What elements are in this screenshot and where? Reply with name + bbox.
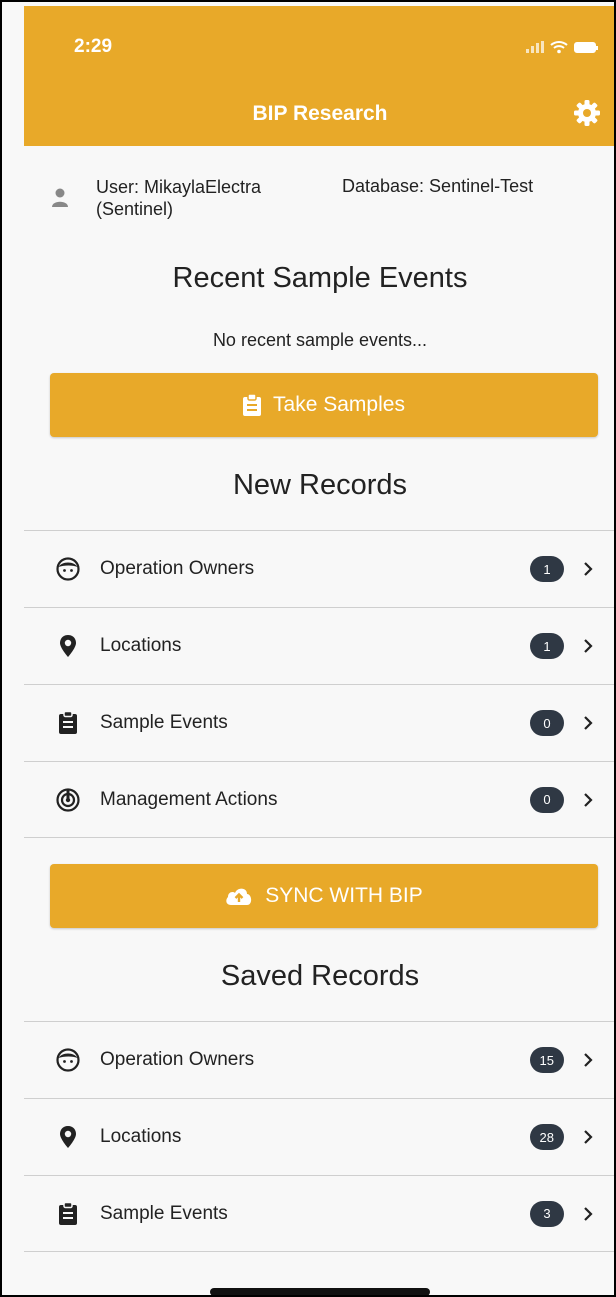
list-item-label: Locations <box>100 1126 182 1147</box>
new-records-title: New Records <box>232 469 408 501</box>
app-header: 2:29 BIP Research <box>24 6 614 146</box>
chevron-right-icon <box>584 1130 593 1144</box>
count-badge: 1 <box>530 556 564 582</box>
user-icon <box>52 188 68 207</box>
gear-icon[interactable] <box>572 98 602 128</box>
new-records-list: Operation Owners 1 Locations 1 Sample Ev… <box>24 530 614 838</box>
list-item-label: Operation Owners <box>100 1049 255 1070</box>
chevron-right-icon <box>584 562 593 576</box>
recent-empty-text: No recent sample events... <box>212 330 428 350</box>
clipboard-icon <box>59 711 77 734</box>
list-item-locations[interactable]: Locations 1 <box>24 607 614 684</box>
map-pin-icon <box>60 1126 76 1148</box>
user-name: User: MikaylaElectra <box>96 177 262 197</box>
wifi-icon <box>550 41 568 54</box>
app-screen: 2:29 BIP Research User: MikaylaElectra (… <box>24 6 614 1295</box>
list-item-locations[interactable]: Locations 28 <box>24 1098 614 1175</box>
status-icons <box>526 40 598 54</box>
battery-icon <box>574 41 598 53</box>
home-indicator[interactable] <box>210 1288 430 1295</box>
sync-label: SYNC WITH BIP <box>265 884 423 907</box>
signal-icon <box>526 41 544 53</box>
list-item-label: Locations <box>100 635 182 656</box>
take-samples-button[interactable]: Take Samples <box>50 373 598 437</box>
count-badge: 0 <box>530 710 564 736</box>
management-icon <box>56 787 80 812</box>
take-samples-label: Take Samples <box>273 393 405 416</box>
list-item-label: Sample Events <box>100 1202 228 1224</box>
recent-title: Recent Sample Events <box>172 262 468 294</box>
list-item-sample-events[interactable]: Sample Events 0 <box>24 684 614 761</box>
list-item-operation-owners[interactable]: Operation Owners 1 <box>24 530 614 607</box>
count-badge: 0 <box>530 786 564 813</box>
chevron-right-icon <box>584 1206 593 1221</box>
count-badge: 15 <box>529 1047 564 1073</box>
list-item-label: Sample Events <box>100 712 228 733</box>
cloud-upload-icon <box>226 888 252 905</box>
user-group: (Sentinel) <box>96 199 174 219</box>
status-time: 2:29 <box>74 36 113 57</box>
list-item-operation-owners[interactable]: Operation Owners 15 <box>24 1021 614 1098</box>
clipboard-icon <box>243 394 262 416</box>
chevron-right-icon <box>584 639 593 653</box>
chevron-right-icon <box>584 1053 593 1067</box>
list-item-label: Management Actions <box>100 788 278 810</box>
saved-records-list: Operation Owners 15 Locations 28 Sample … <box>24 1021 614 1252</box>
user-label: User: MikaylaElectra (Sentinel) <box>96 176 336 220</box>
list-item-sample-events[interactable]: Sample Events 3 <box>24 1175 614 1252</box>
list-item-label: Operation Owners <box>100 558 255 579</box>
database-label: Database: Sentinel-Test <box>342 176 534 196</box>
face-icon <box>56 1048 80 1072</box>
page-title: BIP Research <box>252 102 388 125</box>
sync-button[interactable]: SYNC WITH BIP <box>50 864 598 928</box>
chevron-right-icon <box>584 792 593 807</box>
face-icon <box>56 557 80 581</box>
count-badge: 28 <box>529 1124 564 1150</box>
clipboard-icon <box>59 1201 77 1225</box>
list-item-management-actions[interactable]: Management Actions 0 <box>24 761 614 838</box>
count-badge: 1 <box>530 633 564 659</box>
screen-frame: 2:29 BIP Research User: MikaylaElectra (… <box>0 0 616 1297</box>
user-info: User: MikaylaElectra (Sentinel) Database… <box>24 172 614 232</box>
map-pin-icon <box>60 635 76 657</box>
saved-records-title: Saved Records <box>220 960 420 992</box>
chevron-right-icon <box>584 716 593 730</box>
count-badge: 3 <box>530 1200 564 1227</box>
